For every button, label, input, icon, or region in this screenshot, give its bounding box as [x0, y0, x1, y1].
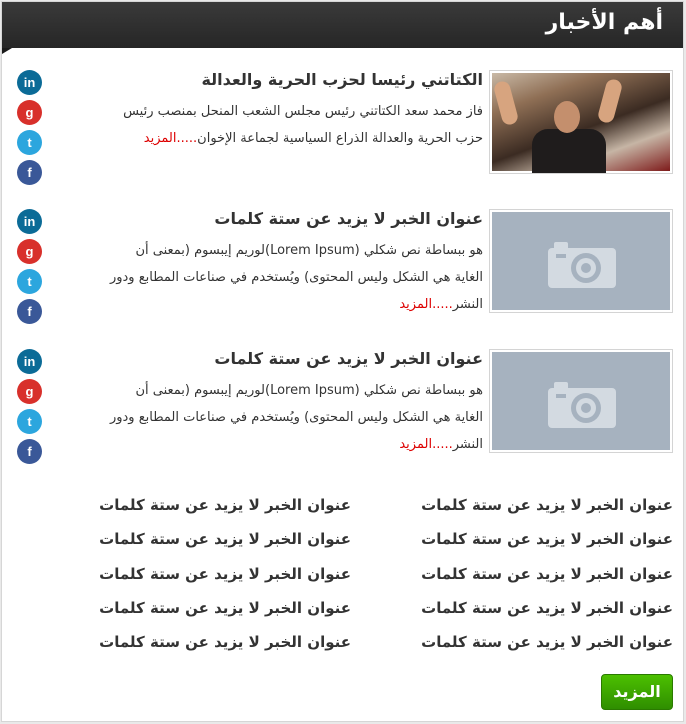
headline-link[interactable]: عنوان الخبر لا يزيد عن ستة كلمات [99, 633, 351, 651]
camera-icon [548, 242, 616, 288]
read-more-link[interactable]: .....المزيد [399, 437, 452, 452]
headline-link[interactable]: عنوان الخبر لا يزيد عن ستة كلمات [99, 565, 351, 583]
headline-link[interactable]: عنوان الخبر لا يزيد عن ستة كلمات [99, 599, 351, 617]
news-title[interactable]: عنوان الخبر لا يزيد عن ستة كلمات [108, 205, 483, 233]
headline-link[interactable]: عنوان الخبر لا يزيد عن ستة كلمات [421, 599, 673, 617]
headline-link[interactable]: عنوان الخبر لا يزيد عن ستة كلمات [421, 496, 673, 514]
read-more-link[interactable]: .....المزيد [144, 131, 197, 146]
linkedin-icon[interactable]: in [17, 349, 42, 374]
read-more-link[interactable]: .....المزيد [399, 297, 452, 312]
twitter-icon[interactable]: t [17, 269, 42, 294]
news-photo [492, 73, 670, 173]
facebook-icon[interactable]: f [17, 160, 42, 185]
header-notch [2, 48, 12, 54]
widget-header: أهم الأخبار [2, 2, 683, 48]
linkedin-icon[interactable]: in [17, 70, 42, 95]
google-icon[interactable]: g [17, 239, 42, 264]
headline-link[interactable]: عنوان الخبر لا يزيد عن ستة كلمات [421, 565, 673, 583]
news-item: عنوان الخبر لا يزيد عن ستة كلمات هو ببسا… [2, 349, 683, 464]
news-body: فاز محمد سعد الكتاتني رئيس مجلس الشعب ال… [123, 104, 483, 146]
headline-link[interactable]: عنوان الخبر لا يزيد عن ستة كلمات [421, 633, 673, 651]
news-thumbnail[interactable] [489, 209, 673, 313]
news-title[interactable]: عنوان الخبر لا يزيد عن ستة كلمات [108, 345, 483, 373]
image-placeholder [492, 352, 670, 450]
news-item: الكتاتني رئيسا لحزب الحرية والعدالة فاز … [2, 70, 683, 185]
image-placeholder [492, 212, 670, 310]
news-item: عنوان الخبر لا يزيد عن ستة كلمات هو ببسا… [2, 209, 683, 324]
camera-icon [548, 382, 616, 428]
share-buttons: in g t f [17, 209, 43, 329]
news-thumbnail[interactable] [489, 349, 673, 453]
news-body: هو ببساطة نص شكلي (Lorem Ipsum)لوريم إيب… [109, 243, 483, 312]
twitter-icon[interactable]: t [17, 409, 42, 434]
headline-link[interactable]: عنوان الخبر لا يزيد عن ستة كلمات [421, 530, 673, 548]
share-buttons: in g t f [17, 70, 43, 190]
news-title[interactable]: الكتاتني رئيسا لحزب الحرية والعدالة [108, 66, 483, 94]
facebook-icon[interactable]: f [17, 299, 42, 324]
news-body: هو ببساطة نص شكلي (Lorem Ipsum)لوريم إيب… [109, 383, 483, 452]
facebook-icon[interactable]: f [17, 439, 42, 464]
google-icon[interactable]: g [17, 100, 42, 125]
news-thumbnail[interactable] [489, 70, 673, 174]
linkedin-icon[interactable]: in [17, 209, 42, 234]
widget-title: أهم الأخبار [545, 10, 663, 35]
google-icon[interactable]: g [17, 379, 42, 404]
more-button[interactable]: المزيد [601, 674, 673, 710]
twitter-icon[interactable]: t [17, 130, 42, 155]
headline-link[interactable]: عنوان الخبر لا يزيد عن ستة كلمات [99, 496, 351, 514]
top-news-widget: أهم الأخبار الكتاتني رئيسا لحزب الحرية و… [1, 1, 684, 722]
headline-link[interactable]: عنوان الخبر لا يزيد عن ستة كلمات [99, 530, 351, 548]
share-buttons: in g t f [17, 349, 43, 469]
